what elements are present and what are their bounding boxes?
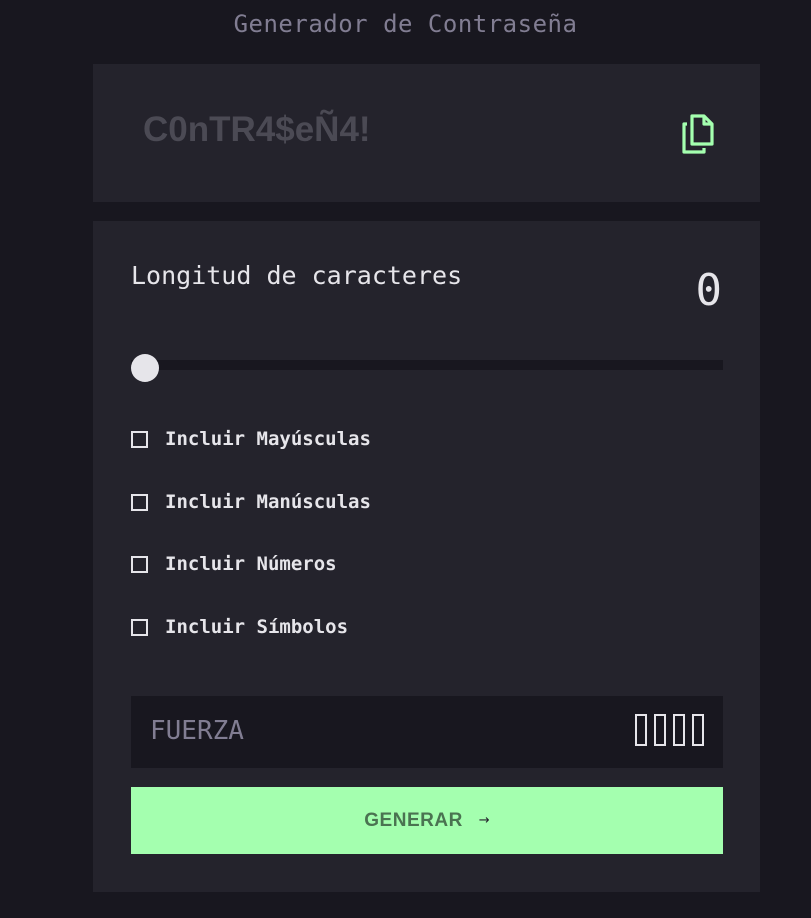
strength-label: FUERZA [150,716,244,746]
length-slider[interactable] [131,360,723,370]
uppercase-checkbox[interactable] [131,430,148,448]
lowercase-checkbox[interactable] [131,493,148,511]
length-slider-thumb[interactable] [131,354,159,382]
symbols-checkbox[interactable] [131,618,148,636]
strength-bar [635,714,647,746]
strength-bars [635,714,704,746]
length-value: 0 [695,265,723,316]
option-label: Incluir Números [165,553,337,575]
option-label: Incluir Símbolos [165,616,349,638]
generate-button[interactable]: GENERAR → [131,787,723,854]
option-numbers[interactable]: Incluir Números [131,553,337,575]
option-label: Incluir Manúsculas [165,491,371,513]
password-display: C0nTR4$eÑ4! [93,64,760,202]
numbers-checkbox[interactable] [131,555,148,573]
option-uppercase[interactable]: Incluir Mayúsculas [131,428,371,450]
strength-bar [692,714,704,746]
option-label: Incluir Mayúsculas [165,428,371,450]
arrow-right-icon: → [478,813,490,828]
password-text: C0nTR4$eÑ4! [143,110,371,149]
settings-panel: Longitud de caracteres 0 Incluir Mayúscu… [93,221,760,892]
generate-label: GENERAR [364,809,463,831]
length-label: Longitud de caracteres [131,261,463,290]
strength-bar [654,714,666,746]
page-title: Generador de Contraseña [233,10,578,38]
strength-meter: FUERZA [131,696,723,768]
copy-icon [682,114,714,154]
copy-button[interactable] [678,112,718,156]
option-symbols[interactable]: Incluir Símbolos [131,616,348,638]
strength-bar [673,714,685,746]
option-lowercase[interactable]: Incluir Manúsculas [131,491,371,513]
